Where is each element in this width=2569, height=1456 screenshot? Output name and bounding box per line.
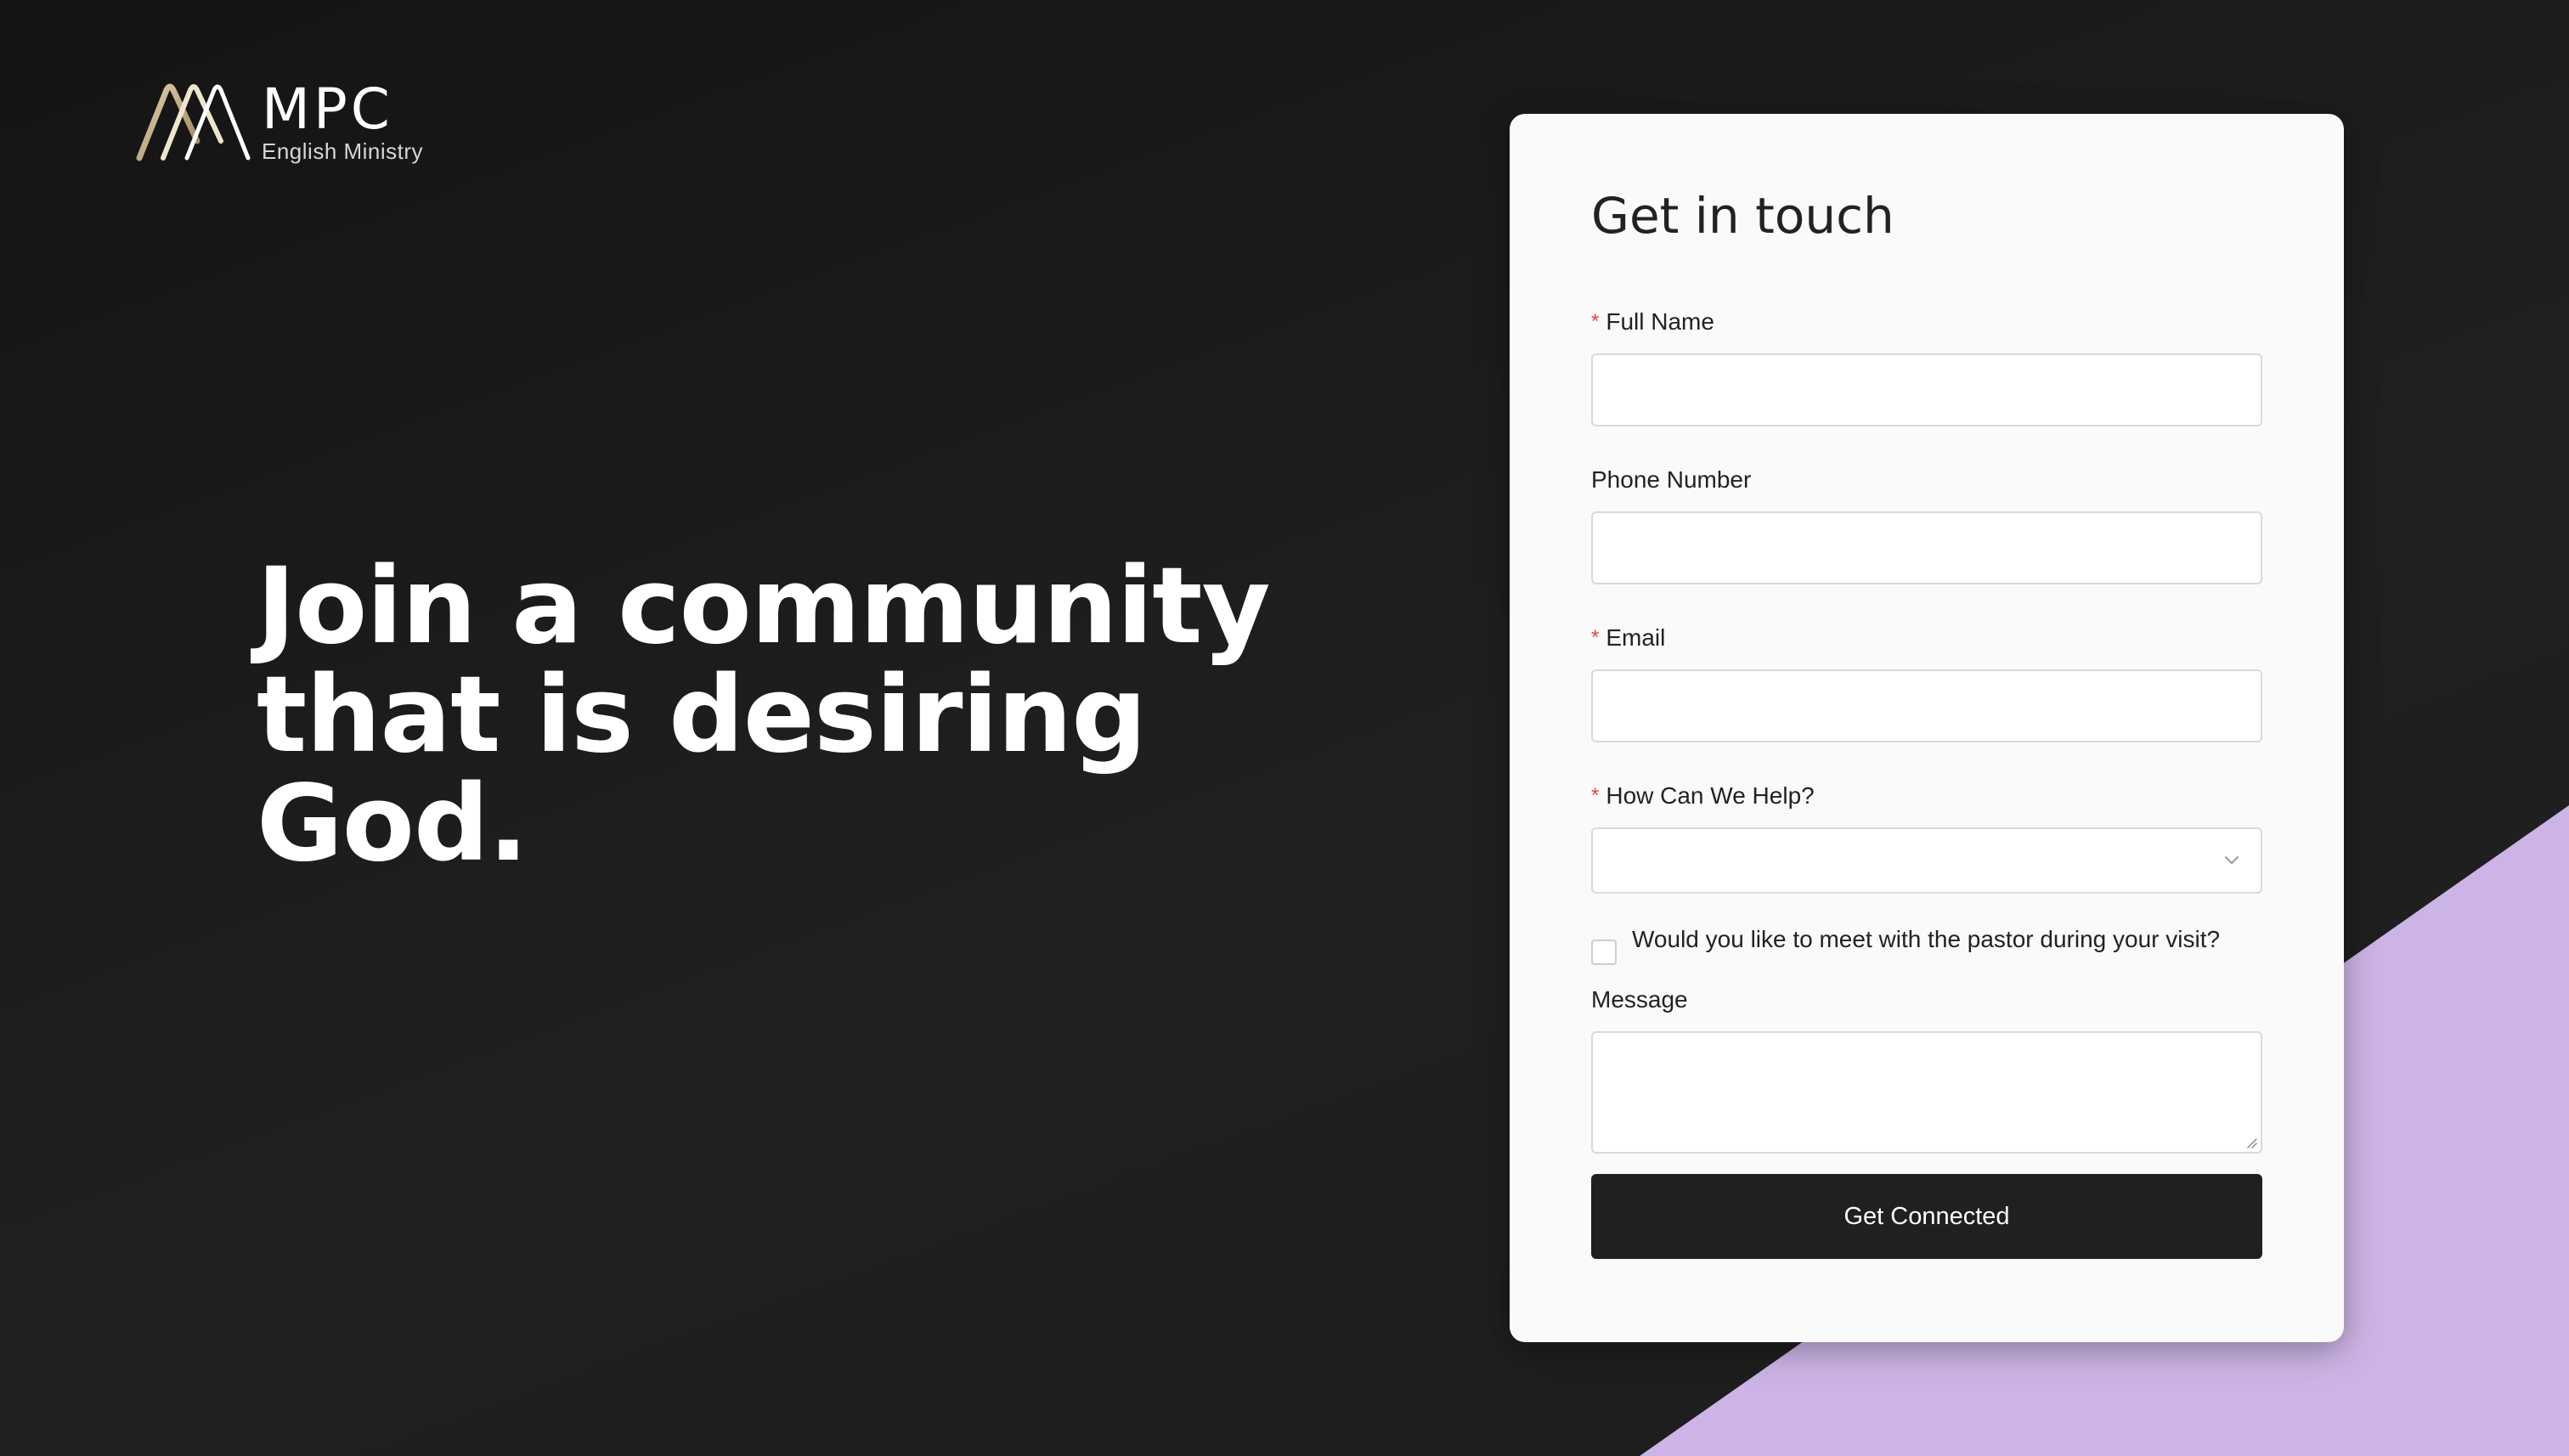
get-connected-button[interactable]: Get Connected [1591, 1174, 2262, 1259]
email-input[interactable] [1591, 669, 2262, 742]
pastor-meet-row: Would you like to meet with the pastor d… [1591, 921, 2262, 965]
required-marker: * [1591, 310, 1600, 333]
email-field: * Email [1591, 624, 2262, 742]
email-label: * Email [1591, 624, 2262, 652]
brand-name: MPC [262, 76, 393, 142]
hero-heading-line-3: God. [257, 763, 528, 885]
brand-subtitle: English Ministry [262, 138, 424, 164]
hero-heading-line-1: Join a community [257, 545, 1270, 668]
form-title: Get in touch [1591, 187, 1894, 245]
chevron-down-icon [2225, 856, 2239, 864]
help-label-text: How Can We Help? [1606, 782, 1815, 809]
email-label-text: Email [1606, 624, 1666, 651]
help-label: * How Can We Help? [1591, 782, 2262, 810]
contact-form-card: Get in touch * Full Name Phone Number * … [1510, 114, 2344, 1342]
message-textarea[interactable] [1591, 1031, 2262, 1154]
message-label: Message [1591, 986, 1688, 1013]
full-name-input[interactable] [1591, 353, 2262, 426]
hero-heading-line-2: that is desiring [257, 654, 1147, 776]
brand-text: MPC English Ministry [262, 76, 424, 164]
resize-handle-icon[interactable] [2244, 1135, 2257, 1148]
brand-logo[interactable]: MPC English Ministry [133, 82, 423, 163]
phone-label: Phone Number [1591, 466, 1752, 493]
full-name-field: * Full Name [1591, 308, 2262, 426]
message-field: Message [1591, 985, 2262, 1154]
phone-input[interactable] [1591, 511, 2262, 584]
full-name-label-text: Full Name [1606, 308, 1714, 335]
pastor-meet-label[interactable]: Would you like to meet with the pastor d… [1632, 921, 2244, 958]
phone-field: Phone Number [1591, 466, 2262, 584]
required-marker: * [1591, 784, 1600, 807]
mountain-logo-icon [136, 83, 251, 161]
help-select[interactable] [1591, 827, 2262, 894]
full-name-label: * Full Name [1591, 308, 2262, 336]
help-field: * How Can We Help? [1591, 782, 2262, 894]
hero-heading: Join a community that is desiring God. [257, 552, 1276, 878]
pastor-meet-checkbox[interactable] [1591, 940, 1617, 965]
required-marker: * [1591, 626, 1600, 649]
